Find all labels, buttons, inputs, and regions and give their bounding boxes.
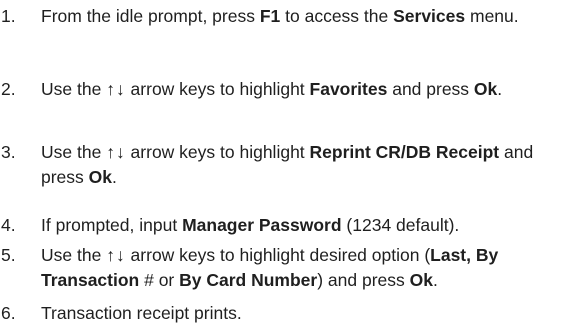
step-text: Transaction receipt prints. [41, 301, 567, 326]
step-text: If prompted, input Manager Password (123… [41, 213, 567, 238]
text-run: arrow keys to highlight desired option ( [125, 245, 431, 265]
key-ok: Ok [409, 270, 433, 290]
step-number: 1. [1, 6, 16, 26]
text-run: and press [387, 79, 474, 99]
step-number: 4. [1, 215, 16, 235]
option-reprint-receipt: Reprint CR/DB Receipt [309, 142, 500, 162]
menu-services: Services [393, 6, 466, 26]
text-run: ) and press [317, 270, 410, 290]
step-number: 6. [1, 303, 16, 323]
text-run: to access the [280, 6, 394, 26]
up-down-arrows-icon: ↑↓ [106, 79, 126, 99]
up-down-arrows-icon: ↑↓ [106, 142, 126, 162]
option-by-card-number: By Card Number [179, 270, 318, 290]
step-text: Use the ↑↓ arrow keys to highlight Repri… [41, 140, 541, 190]
text-run: Use the [41, 245, 107, 265]
text-run: From the idle prompt, press [41, 6, 260, 26]
text-run: arrow keys to highlight [125, 79, 310, 99]
key-ok: Ok [473, 79, 498, 99]
key-ok: Ok [88, 167, 113, 187]
text-run: Use the [41, 142, 107, 162]
text-run: . [497, 79, 503, 99]
step-text: Use the ↑↓ arrow keys to highlight Favor… [41, 77, 567, 102]
text-run: Transaction receipt prints. [41, 303, 242, 323]
option-last: Last, [430, 245, 472, 265]
key-f1: F1 [259, 6, 281, 26]
text-run: (1234 default). [341, 215, 460, 235]
text-run: menu. [465, 6, 519, 26]
step-text: From the idle prompt, press F1 to access… [41, 4, 567, 29]
step-number: 2. [1, 79, 16, 99]
option-favorites: Favorites [309, 79, 388, 99]
field-manager-password: Manager Password [182, 215, 342, 235]
step-number: 5. [1, 245, 16, 265]
text-run: . [432, 270, 438, 290]
text-run: Use the [41, 79, 107, 99]
step-number: 3. [1, 142, 16, 162]
step-text: Use the ↑↓ arrow keys to highlight desir… [41, 243, 567, 293]
text-run: . [112, 167, 117, 187]
text-run: If prompted, input [41, 215, 183, 235]
text-run: arrow keys to highlight [125, 142, 310, 162]
text-run: # or [139, 270, 180, 290]
up-down-arrows-icon: ↑↓ [106, 245, 126, 265]
